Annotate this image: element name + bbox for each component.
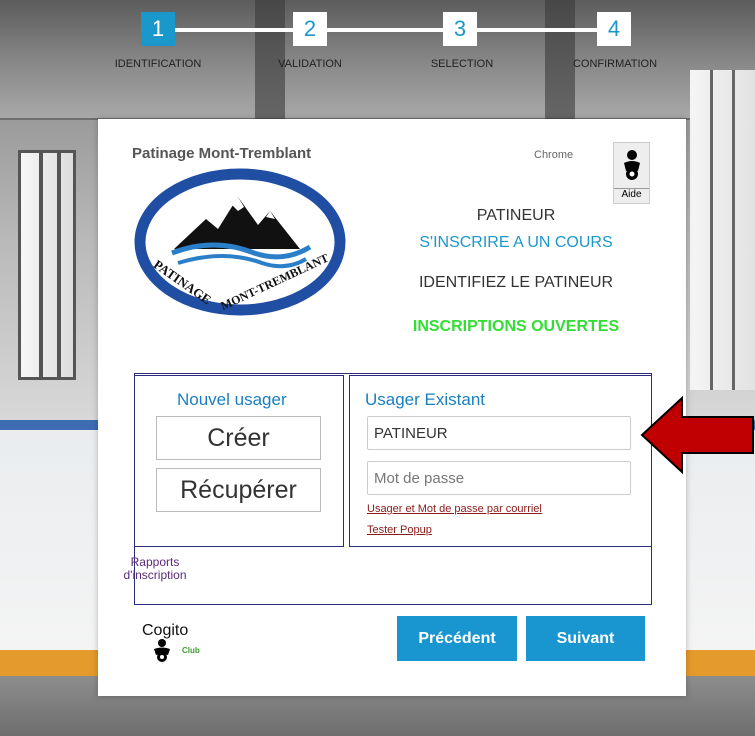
test-popup-link[interactable]: Tester Popup — [367, 524, 432, 536]
progress-stepper: 1 2 3 4 IDENTIFICATION VALIDATION SELECT… — [0, 0, 755, 80]
password-input[interactable] — [367, 461, 631, 495]
step-connector — [175, 28, 295, 32]
previous-button[interactable]: Précédent — [397, 616, 517, 661]
new-user-title: Nouvel usager — [177, 390, 287, 409]
new-user-panel: Nouvel usager Créer Récupérer — [134, 375, 344, 547]
reports-line-2: d'inscription — [123, 568, 187, 582]
step-3-number: 3 — [443, 12, 477, 46]
reports-link[interactable]: Rapports d'inscription — [110, 556, 200, 582]
club-logo: PATINAGE MONT-TREMBLANT — [134, 168, 346, 316]
step-4-number: 4 — [597, 12, 631, 46]
cogito-text: Cogito — [142, 622, 188, 639]
window-left — [18, 150, 76, 380]
help-button[interactable]: Aide — [613, 142, 650, 204]
step-connector — [477, 28, 597, 32]
create-button[interactable]: Créer — [156, 416, 321, 460]
step-1-number: 1 — [141, 12, 175, 46]
login-card: Patinage Mont-Tremblant Chrome Aide PATI… — [98, 119, 686, 696]
recover-button[interactable]: Récupérer — [156, 468, 321, 512]
help-icon — [624, 150, 640, 180]
step-2-label: VALIDATION — [278, 58, 342, 70]
step-3-label: SELECTION — [430, 58, 494, 70]
help-label: Aide — [614, 188, 649, 200]
username-input[interactable] — [367, 416, 631, 450]
step-1-label: IDENTIFICATION — [114, 58, 202, 70]
club-name: Patinage Mont-Tremblant — [132, 145, 312, 162]
existing-user-title: Usager Existant — [365, 390, 485, 409]
action-label: S'INSCRIRE A UN COURS — [419, 234, 613, 251]
window-right — [690, 70, 755, 390]
cogito-club-logo: Cogito Club — [142, 622, 200, 662]
step-4-label: CONFIRMATION — [572, 58, 658, 70]
existing-user-panel: Usager Existant Usager et Mot de passe p… — [349, 375, 652, 547]
browser-label: Chrome — [534, 149, 574, 161]
status-badge: INSCRIPTIONS OUVERTES — [412, 318, 620, 335]
step-connector — [327, 28, 445, 32]
email-credentials-link[interactable]: Usager et Mot de passe par courriel — [367, 503, 542, 515]
pointer-arrow-icon — [640, 395, 754, 475]
next-button[interactable]: Suivant — [526, 616, 645, 661]
step-2-number: 2 — [293, 12, 327, 46]
role-label: PATINEUR — [476, 207, 556, 224]
club-text: Club — [182, 646, 200, 655]
instruction-label: IDENTIFIEZ LE PATINEUR — [418, 274, 614, 291]
